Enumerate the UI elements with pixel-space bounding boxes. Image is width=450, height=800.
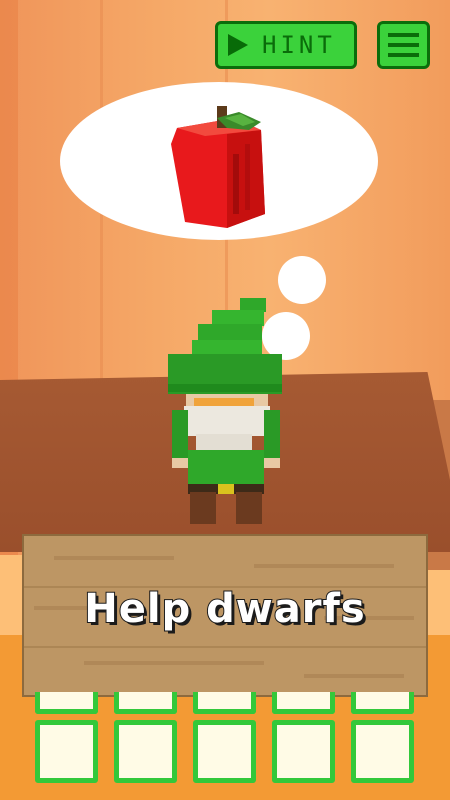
inventory-slot[interactable] bbox=[272, 720, 335, 783]
inventory-slot[interactable] bbox=[351, 720, 414, 783]
menu-bar bbox=[388, 43, 419, 47]
apple-icon bbox=[171, 106, 265, 228]
plank-seam bbox=[24, 646, 426, 648]
inventory-slot[interactable] bbox=[114, 720, 177, 783]
inventory-row-top bbox=[35, 692, 414, 714]
inventory-slot[interactable] bbox=[114, 692, 177, 714]
dwarf-character[interactable] bbox=[160, 298, 290, 528]
wood-grain bbox=[254, 564, 394, 568]
inventory-slot[interactable] bbox=[35, 692, 98, 714]
menu-button[interactable] bbox=[377, 21, 430, 69]
inventory-slot[interactable] bbox=[193, 692, 256, 714]
inventory-slot[interactable] bbox=[351, 692, 414, 714]
menu-bar bbox=[388, 33, 419, 37]
sign-title: Help dwarfs bbox=[83, 585, 366, 633]
inventory-slot[interactable] bbox=[35, 720, 98, 783]
wood-grain bbox=[84, 661, 264, 665]
wood-grain bbox=[54, 556, 174, 560]
inventory-slot[interactable] bbox=[193, 720, 256, 783]
wooden-sign: Help dwarfs bbox=[22, 534, 428, 697]
inventory-row-bottom bbox=[35, 720, 414, 783]
hint-button[interactable]: HINT bbox=[215, 21, 357, 69]
hint-label: HINT bbox=[262, 31, 336, 59]
play-triangle-icon bbox=[228, 34, 248, 56]
thought-bubble-dot bbox=[278, 256, 326, 304]
inventory-slot[interactable] bbox=[272, 692, 335, 714]
menu-bar bbox=[388, 53, 419, 57]
wood-grain bbox=[304, 674, 404, 678]
